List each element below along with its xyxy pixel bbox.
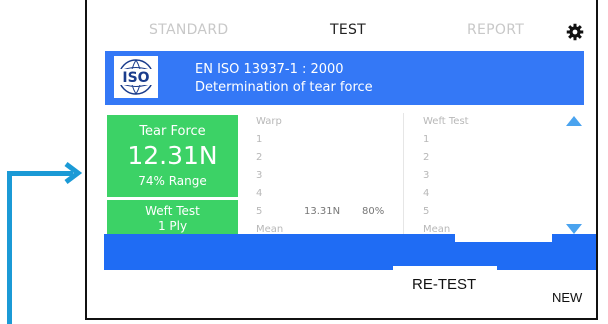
table-row: 5 <box>423 206 430 217</box>
svg-text:ISO: ISO <box>122 70 149 86</box>
iso-logo-icon: ISO <box>114 56 158 98</box>
new-button[interactable]: NEW <box>552 290 582 305</box>
current-test-name: Weft Test <box>145 204 200 218</box>
row-percent: 80% <box>362 206 385 217</box>
standard-banner <box>105 51 584 105</box>
standard-code: EN ISO 13937-1 : 2000 <box>195 62 344 77</box>
button-bar-notch <box>455 234 552 241</box>
scroll-up-icon[interactable] <box>566 116 582 126</box>
weft-table: Weft Test 1 2 3 4 5 Mean <box>423 113 533 239</box>
table-row: 5 13.31N 80% <box>256 203 396 221</box>
standard-title: Determination of tear force <box>195 80 373 95</box>
tear-force-label: Tear Force <box>139 124 206 139</box>
warp-table: Warp 1 2 3 4 5 13.31N 80% Mean <box>256 113 396 239</box>
scroll-down-icon[interactable] <box>566 224 582 234</box>
button-bar-gap <box>393 270 497 273</box>
table-header: Weft Test <box>423 116 469 127</box>
tab-report[interactable]: REPORT <box>467 22 524 38</box>
table-row: 4 <box>423 188 430 199</box>
range-label: 74% Range <box>138 174 207 188</box>
current-test-ply: 1 Ply <box>157 219 188 233</box>
row-index: 5 <box>256 206 263 217</box>
annotation-arrow-head-icon <box>64 162 83 184</box>
gear-icon[interactable] <box>566 23 584 41</box>
table-row: 4 <box>256 188 263 199</box>
table-row: 2 <box>256 152 263 163</box>
table-row: 3 <box>423 170 430 181</box>
row-force: 13.31N <box>304 206 341 217</box>
table-header: Warp <box>256 116 282 127</box>
retest-button-gap <box>393 266 497 270</box>
tab-test[interactable]: TEST <box>330 22 366 38</box>
annotation-arrow-vertical <box>7 173 12 324</box>
table-row: 1 <box>423 134 430 145</box>
tear-force-value: 12.31N <box>127 141 218 170</box>
table-row: 1 <box>256 134 263 145</box>
button-bar-notch <box>455 241 552 242</box>
table-row: 2 <box>423 152 430 163</box>
tab-standard[interactable]: STANDARD <box>149 22 228 38</box>
table-divider <box>403 113 404 237</box>
retest-button[interactable]: RE-TEST <box>412 276 476 293</box>
table-row: 3 <box>256 170 263 181</box>
